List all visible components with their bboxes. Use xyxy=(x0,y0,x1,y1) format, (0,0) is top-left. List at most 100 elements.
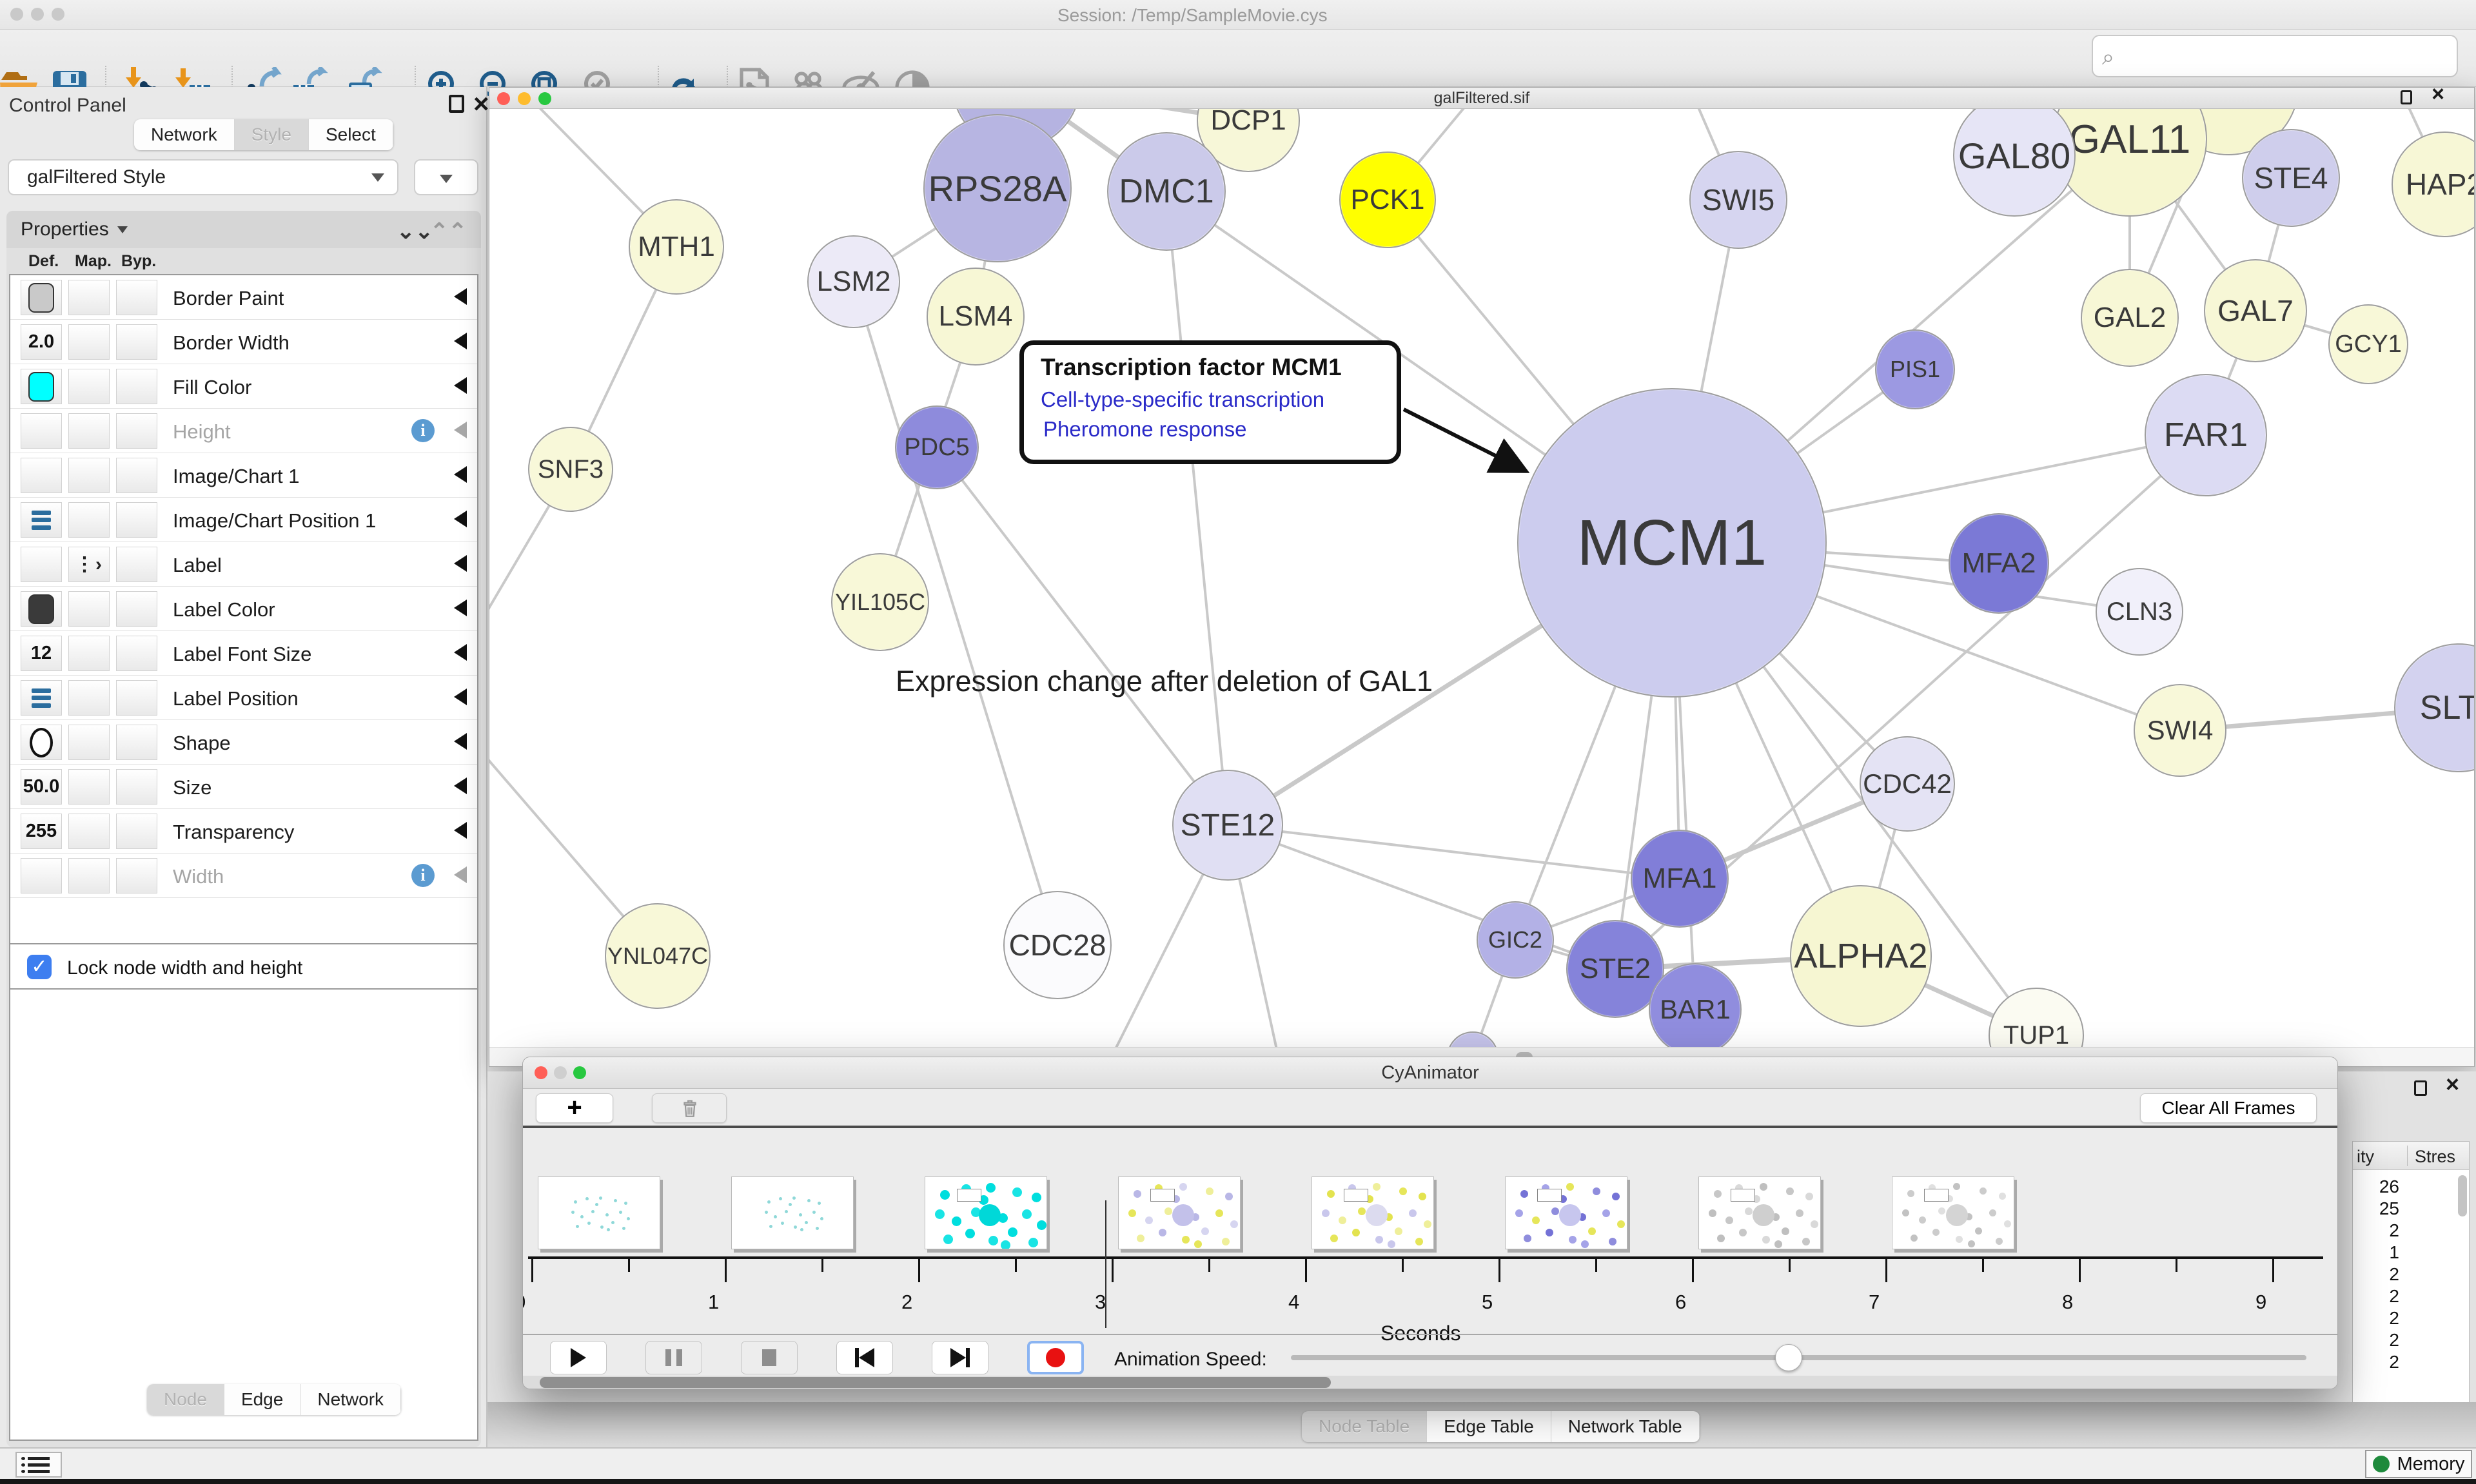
mapping-cell[interactable] xyxy=(68,324,110,360)
node-swi4[interactable]: SWI4 xyxy=(2134,684,2226,777)
table-cell[interactable]: 2 xyxy=(2353,1352,2399,1372)
default-cell[interactable]: 255 xyxy=(21,814,62,849)
default-cell[interactable] xyxy=(21,458,62,493)
property-row-width[interactable]: Widthi xyxy=(10,854,477,898)
property-row-border-width[interactable]: 2.0Border Width xyxy=(10,320,477,364)
tab-style[interactable]: Style xyxy=(235,119,309,150)
node-ste4[interactable]: STE4 xyxy=(2242,129,2340,227)
node-alpha2[interactable]: ALPHA2 xyxy=(1790,885,1932,1027)
memory-button[interactable]: Memory xyxy=(2365,1450,2472,1478)
tab-network-table[interactable]: Network Table xyxy=(1551,1411,1700,1442)
table-cell[interactable]: 2 xyxy=(2353,1308,2399,1329)
node-gal7[interactable]: GAL7 xyxy=(2204,259,2307,362)
network-canvas[interactable]: GAL11DCP1RPS28ADMC1PCK1MTH1LSM2LSM4SWI5G… xyxy=(489,109,2474,1048)
node-ynl047c[interactable]: YNL047C xyxy=(605,903,711,1009)
close-panel-icon[interactable]: × xyxy=(473,95,489,113)
bypass-cell[interactable] xyxy=(116,369,157,404)
node-mth1[interactable]: MTH1 xyxy=(629,199,724,295)
tab-node[interactable]: Node xyxy=(147,1384,224,1415)
mapping-cell[interactable] xyxy=(68,858,110,893)
expand-left-icon[interactable] xyxy=(454,511,467,527)
table-cell[interactable]: 2 xyxy=(2353,1286,2399,1307)
mapping-cell[interactable] xyxy=(68,502,110,538)
property-row-fill-color[interactable]: Fill Color xyxy=(10,364,477,409)
expand-left-icon[interactable] xyxy=(454,688,467,705)
node-gcy1[interactable]: GCY1 xyxy=(2328,304,2408,384)
frame-thumbnail-6[interactable] xyxy=(1698,1176,1821,1249)
mapping-cell[interactable] xyxy=(68,369,110,404)
go-to-start-button[interactable] xyxy=(836,1341,893,1374)
info-icon[interactable]: i xyxy=(411,864,435,887)
frame-thumbnail-0[interactable] xyxy=(538,1176,660,1249)
node-snf3[interactable]: SNF3 xyxy=(528,427,613,512)
node-pck1[interactable]: PCK1 xyxy=(1339,151,1436,248)
bypass-cell[interactable] xyxy=(116,680,157,716)
table-cell[interactable]: 25 xyxy=(2353,1198,2399,1219)
mapping-cell[interactable] xyxy=(68,680,110,716)
mapping-cell[interactable] xyxy=(68,413,110,449)
property-row-label[interactable]: ⋮›Label xyxy=(10,542,477,587)
bypass-cell[interactable] xyxy=(116,636,157,671)
property-row-transparency[interactable]: 255Transparency xyxy=(10,809,477,854)
node-far1[interactable]: FAR1 xyxy=(2145,374,2267,496)
bypass-cell[interactable] xyxy=(116,725,157,760)
property-row-size[interactable]: 50.0Size xyxy=(10,765,477,809)
add-frame-button[interactable]: + xyxy=(536,1093,613,1123)
node-bar1[interactable]: BAR1 xyxy=(1649,963,1742,1048)
bypass-cell[interactable] xyxy=(116,502,157,538)
table-vertical-scrollbar[interactable] xyxy=(2458,1175,2467,1216)
frame-thumbnail-1[interactable] xyxy=(731,1176,854,1249)
column-header[interactable]: Stres xyxy=(2415,1147,2455,1167)
tab-node-table[interactable]: Node Table xyxy=(1302,1411,1427,1442)
mapping-cell[interactable] xyxy=(68,814,110,849)
expand-left-icon[interactable] xyxy=(454,777,467,794)
node-lsm4[interactable]: LSM4 xyxy=(927,268,1025,366)
style-selector[interactable]: galFiltered Style xyxy=(8,159,398,195)
property-row-border-paint[interactable]: Border Paint xyxy=(10,275,477,320)
table-header[interactable]: ity Stres xyxy=(2353,1142,2469,1170)
mapping-cell[interactable] xyxy=(68,769,110,805)
expand-left-icon[interactable] xyxy=(454,866,467,883)
frame-thumbnail-3[interactable] xyxy=(1118,1176,1241,1249)
node-dmc1[interactable]: DMC1 xyxy=(1107,132,1226,251)
default-cell[interactable] xyxy=(21,680,62,716)
network-window-titlebar[interactable]: galFiltered.sif × xyxy=(489,88,2474,109)
node-table-fragment[interactable]: ity Stres 26252122222 xyxy=(2352,1141,2470,1418)
table-cell[interactable]: 2 xyxy=(2353,1220,2399,1241)
mapping-cell[interactable] xyxy=(68,725,110,760)
bypass-cell[interactable] xyxy=(116,547,157,582)
close-panel-icon[interactable]: × xyxy=(2446,1075,2459,1093)
node-yil105c[interactable]: YIL105C xyxy=(831,553,929,651)
minimize-traffic-light[interactable] xyxy=(31,8,44,21)
stop-button[interactable] xyxy=(741,1341,798,1374)
default-cell[interactable] xyxy=(21,591,62,627)
cyanimator-titlebar[interactable]: CyAnimator xyxy=(523,1057,2337,1089)
float-window-icon[interactable] xyxy=(2414,1080,2427,1096)
property-row-label-color[interactable]: Label Color xyxy=(10,587,477,631)
default-cell[interactable]: 50.0 xyxy=(21,769,62,805)
expand-left-icon[interactable] xyxy=(454,733,467,750)
default-cell[interactable] xyxy=(21,280,62,315)
cyanimator-horizontal-scrollbar[interactable] xyxy=(523,1376,2337,1389)
node-gal2[interactable]: GAL2 xyxy=(2081,269,2179,367)
annotation-link-1[interactable]: Cell-type-specific transcription xyxy=(1041,387,1324,412)
default-cell[interactable]: 12 xyxy=(21,636,62,671)
bypass-cell[interactable] xyxy=(116,814,157,849)
node-ste12[interactable]: STE12 xyxy=(1172,770,1283,881)
expand-left-icon[interactable] xyxy=(454,600,467,616)
tab-edge[interactable]: Edge xyxy=(224,1384,300,1415)
tab-network[interactable]: Network xyxy=(300,1384,401,1415)
properties-header[interactable]: Properties ⌄⌄ ⌃⌃ xyxy=(6,211,481,248)
default-cell[interactable]: 2.0 xyxy=(21,324,62,360)
node-pdc5[interactable]: PDC5 xyxy=(895,405,979,489)
table-cell[interactable]: 2 xyxy=(2353,1264,2399,1285)
frame-thumbnail-4[interactable] xyxy=(1312,1176,1434,1249)
play-button[interactable] xyxy=(550,1341,607,1374)
go-to-end-button[interactable] xyxy=(932,1341,988,1374)
float-window-icon[interactable] xyxy=(2401,90,2412,104)
property-row-label-position[interactable]: Label Position xyxy=(10,676,477,720)
search-input[interactable]: ⌕ xyxy=(2092,35,2458,77)
node-gal11[interactable]: GAL11 xyxy=(2052,109,2207,217)
slider-thumb[interactable] xyxy=(1775,1344,1802,1371)
playhead[interactable] xyxy=(1105,1200,1106,1328)
